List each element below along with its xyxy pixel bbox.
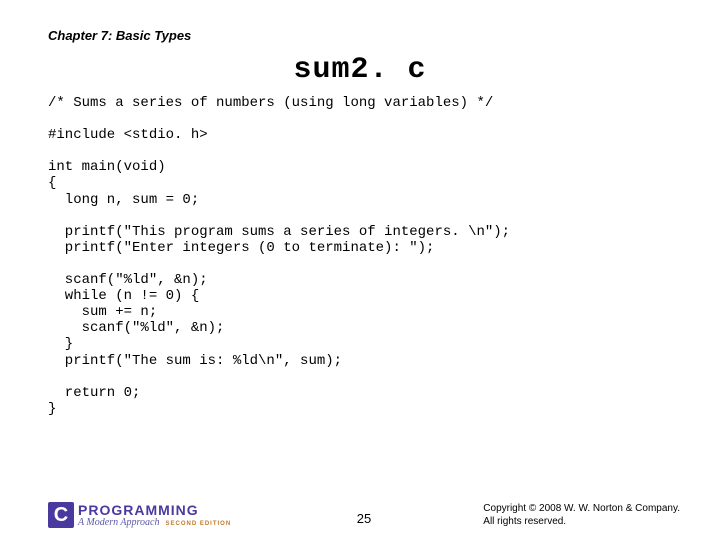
logo-text: PROGRAMMING A Modern Approach SECOND EDI… [78, 503, 231, 528]
logo-c-icon: C [48, 502, 74, 528]
copyright: Copyright © 2008 W. W. Norton & Company.… [483, 502, 680, 528]
copyright-line2: All rights reserved. [483, 515, 680, 528]
footer: C PROGRAMMING A Modern Approach SECOND E… [48, 502, 680, 528]
slide-title: sum2. c [48, 53, 672, 87]
page-number: 25 [357, 511, 371, 526]
code-listing: /* Sums a series of numbers (using long … [48, 95, 672, 417]
logo-edition: SECOND EDITION [165, 521, 231, 527]
book-logo: C PROGRAMMING A Modern Approach SECOND E… [48, 502, 231, 528]
logo-subtitle: A Modern Approach [78, 518, 159, 528]
chapter-header: Chapter 7: Basic Types [48, 28, 672, 43]
logo-word: PROGRAMMING [78, 503, 231, 517]
copyright-line1: Copyright © 2008 W. W. Norton & Company. [483, 502, 680, 515]
logo-subline: A Modern Approach SECOND EDITION [78, 518, 231, 528]
